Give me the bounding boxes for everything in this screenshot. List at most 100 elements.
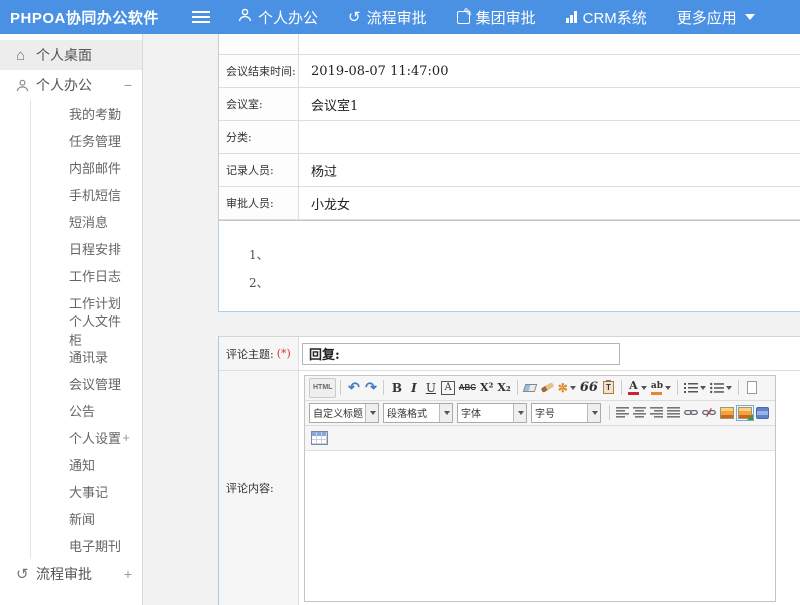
editor-toolbar-row-1: HTML ↶ ↷ B I U A ABC X² X₂	[305, 376, 775, 401]
auto-format-icon[interactable]: ✼	[556, 378, 578, 398]
subscript-button[interactable]: X₂	[495, 378, 512, 398]
menu-hamburger-icon[interactable]	[192, 11, 210, 24]
sidebar-item-schedule[interactable]: 日程安排	[31, 235, 142, 262]
new-page-icon[interactable]	[743, 378, 760, 398]
insert-table-icon[interactable]	[309, 428, 330, 448]
upload-image-icon[interactable]	[736, 403, 754, 423]
sidebar-item-label: 日程安排	[69, 239, 121, 258]
person-icon	[16, 79, 36, 92]
top-navbar: PHPOA协同办公软件 个人办公 ↺ 流程审批 集团审批 CRM系统 更多应用	[0, 0, 800, 34]
sidebar-item-news[interactable]: 新闻	[31, 505, 142, 532]
paragraph-format-select[interactable]: 段落格式	[383, 403, 453, 423]
sidebar-item-personal-settings[interactable]: 个人设置+	[31, 424, 142, 451]
nav-label: CRM系统	[583, 7, 647, 28]
row-value: 会议室1	[299, 88, 800, 120]
font-family-select[interactable]: 字体	[457, 403, 527, 423]
align-right-icon[interactable]	[648, 403, 665, 423]
redo-icon[interactable]: ↷	[362, 378, 379, 398]
font-color-button[interactable]: A	[626, 378, 649, 398]
sidebar-item-label: 个人文件柜	[69, 311, 130, 349]
strikethrough-button[interactable]: ABC	[457, 378, 478, 398]
blockquote-button[interactable]: 66	[578, 378, 600, 398]
row-label: 会议室:	[219, 88, 299, 120]
bar-chart-icon	[566, 11, 577, 23]
nav-crm-system[interactable]: CRM系统	[566, 7, 647, 28]
sidebar-item-announcement[interactable]: 公告	[31, 397, 142, 424]
paste-text-icon[interactable]: T	[600, 378, 617, 398]
remove-link-icon[interactable]	[700, 403, 718, 423]
sidebar-item-label: 电子期刊	[69, 536, 121, 555]
sidebar-item-work-log[interactable]: 工作日志	[31, 262, 142, 289]
underline-button[interactable]: U	[422, 378, 439, 398]
edit-icon	[457, 11, 470, 24]
sidebar-item-sms[interactable]: 手机短信	[31, 181, 142, 208]
editor-toolbar-row-2: 自定义标题 段落格式 字体 字号	[305, 401, 775, 426]
insert-media-icon[interactable]	[754, 403, 771, 423]
sidebar-item-notice[interactable]: 通知	[31, 451, 142, 478]
sidebar-item-workflow-approval[interactable]: ↺ 流程审批 +	[0, 559, 142, 589]
nav-personal-office[interactable]: 个人办公	[238, 7, 318, 28]
align-left-icon[interactable]	[614, 403, 631, 423]
sidebar-item-my-attendance[interactable]: 我的考勤	[31, 100, 142, 127]
ordered-list-button[interactable]	[682, 378, 708, 398]
row-value: 2019-08-07 11:47:00	[299, 55, 800, 87]
sidebar-item-meeting-management[interactable]: 会议管理	[31, 370, 142, 397]
font-style-button[interactable]: A	[441, 381, 454, 395]
comment-subject-input[interactable]	[302, 343, 620, 365]
home-icon: ⌂	[16, 47, 36, 64]
insert-image-icon[interactable]	[718, 403, 736, 423]
label-text: 评论主题:	[226, 346, 274, 362]
sidebar-item-label: 个人办公	[36, 75, 92, 95]
nav-label: 流程审批	[367, 7, 427, 28]
collapse-minus-icon[interactable]: −	[124, 77, 132, 93]
undo-icon[interactable]: ↶	[345, 378, 362, 398]
expand-plus-icon[interactable]: +	[124, 566, 132, 582]
sidebar-item-internal-mail[interactable]: 内部邮件	[31, 154, 142, 181]
refresh-icon: ↺	[348, 10, 361, 25]
insert-link-icon[interactable]	[682, 403, 700, 423]
highlight-color-button[interactable]: ab	[649, 378, 673, 398]
comment-subject-row: 评论主题: (*)	[219, 337, 800, 371]
meeting-minutes-box: 1、 2、	[218, 220, 800, 312]
sidebar-item-task-management[interactable]: 任务管理	[31, 127, 142, 154]
nav-workflow-approval[interactable]: ↺ 流程审批	[348, 7, 427, 28]
expand-plus-icon[interactable]: +	[122, 430, 130, 445]
custom-heading-select[interactable]: 自定义标题	[309, 403, 379, 423]
rich-text-editor: HTML ↶ ↷ B I U A ABC X² X₂	[304, 375, 776, 602]
bold-button[interactable]: B	[388, 378, 405, 398]
font-size-select[interactable]: 字号	[531, 403, 601, 423]
sidebar-item-major-events[interactable]: 大事记	[31, 478, 142, 505]
toolbar-separator	[677, 380, 678, 395]
superscript-button[interactable]: X²	[478, 378, 495, 398]
row-label: 审批人员:	[219, 187, 299, 219]
sidebar-item-short-message[interactable]: 短消息	[31, 208, 142, 235]
caret-down-icon	[745, 14, 755, 20]
unordered-list-button[interactable]	[708, 378, 734, 398]
sidebar-item-label: 新闻	[69, 509, 95, 528]
table-row-approver: 审批人员: 小龙女	[219, 187, 800, 220]
italic-button[interactable]: I	[405, 378, 422, 398]
section-gap	[218, 312, 800, 336]
sidebar-item-label: 我的考勤	[69, 104, 121, 123]
sidebar-item-personal-files[interactable]: 个人文件柜	[31, 316, 142, 343]
nav-more-apps[interactable]: 更多应用	[677, 7, 755, 28]
eraser-icon[interactable]	[522, 378, 539, 398]
sidebar-item-label: 公告	[69, 401, 95, 420]
sidebar-item-e-journal[interactable]: 电子期刊	[31, 532, 142, 559]
sidebar-item-personal-office[interactable]: 个人办公 −	[0, 70, 142, 100]
row-value: 杨过	[299, 154, 800, 186]
html-source-button[interactable]: HTML	[309, 378, 336, 398]
sidebar: ⌂ 个人桌面 个人办公 − 我的考勤 任务管理 内部邮件 手机短信 短消息 日程…	[0, 34, 143, 605]
sidebar-item-label: 短消息	[69, 212, 108, 231]
justify-icon[interactable]	[665, 403, 682, 423]
format-painter-icon[interactable]	[539, 378, 556, 398]
editor-content-area[interactable]	[305, 451, 775, 601]
nav-label: 集团审批	[476, 7, 536, 28]
sidebar-item-label: 个人桌面	[36, 45, 92, 65]
table-row-partial	[219, 34, 800, 55]
sidebar-item-desktop[interactable]: ⌂ 个人桌面	[0, 40, 142, 70]
sidebar-item-label: 工作计划	[69, 293, 121, 312]
align-center-icon[interactable]	[631, 403, 648, 423]
nav-group-approval[interactable]: 集团审批	[457, 7, 536, 28]
row-label: 分类:	[219, 121, 299, 153]
